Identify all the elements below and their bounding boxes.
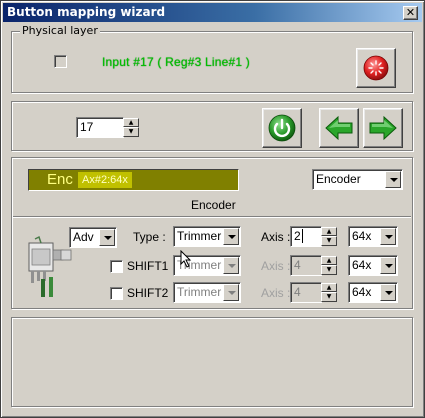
mode-select-value: Encoder xyxy=(316,172,361,186)
axis-spinner-shift1[interactable]: ▲ ▼ xyxy=(321,256,337,275)
axis-input-shift2[interactable]: 4 xyxy=(290,282,322,303)
wizard-window: Button mapping wizard ✕ Physical layer I… xyxy=(0,0,425,418)
record-button[interactable] xyxy=(356,48,396,88)
input-status-text: Input #17 ( Reg#3 Line#1 ) xyxy=(102,55,250,69)
scale-select-shift1-value: 64x xyxy=(352,258,372,272)
scale-select-shift1[interactable]: 64x xyxy=(348,255,398,276)
axis-label-shift1: Axis : xyxy=(261,259,291,273)
chevron-down-icon[interactable] xyxy=(223,284,239,301)
close-icon: ✕ xyxy=(405,6,416,19)
next-button[interactable] xyxy=(363,108,403,148)
shift1-label: SHIFT1 xyxy=(127,259,169,273)
scale-select-shift2[interactable]: 64x xyxy=(348,282,398,303)
type-select-shift2-value: Trimmer xyxy=(177,285,222,299)
chevron-down-icon[interactable] xyxy=(380,257,396,274)
axis-input-shift1[interactable]: 4 xyxy=(290,255,322,276)
physical-layer-group: Physical layer Input #17 ( Reg#3 Line#1 … xyxy=(11,24,413,93)
axis-spinner-shift2[interactable]: ▲ ▼ xyxy=(321,283,337,302)
spin-up-icon[interactable]: ▲ xyxy=(321,227,337,236)
title-bar[interactable]: Button mapping wizard ✕ xyxy=(3,3,422,22)
info-panel xyxy=(11,317,413,407)
axis-label-shift2: Axis : xyxy=(261,286,291,300)
spin-up-icon[interactable]: ▲ xyxy=(321,283,337,292)
encoder-bar-tag: Ax#2:64x xyxy=(78,172,132,188)
spin-up-icon[interactable]: ▲ xyxy=(123,118,139,127)
arrow-left-icon xyxy=(325,115,353,141)
prev-button[interactable] xyxy=(319,108,359,148)
physical-checkbox[interactable] xyxy=(54,55,67,68)
axis-input-main-value: 2 xyxy=(294,229,301,243)
physical-layer-label: Physical layer xyxy=(20,24,100,37)
input-number-field[interactable]: 17 xyxy=(76,117,124,138)
adv-select-value: Adv xyxy=(73,230,94,244)
axis-label: Axis : xyxy=(261,230,291,244)
encoder-bar-label: Enc xyxy=(47,171,73,188)
spin-down-icon[interactable]: ▼ xyxy=(321,265,337,275)
spin-down-icon[interactable]: ▼ xyxy=(321,292,337,302)
chevron-down-icon[interactable] xyxy=(223,228,239,245)
type-label: Type : xyxy=(133,230,166,244)
shift2-checkbox[interactable] xyxy=(110,287,123,300)
axis-spinner-main[interactable]: ▲ ▼ xyxy=(321,227,337,246)
spin-down-icon[interactable]: ▼ xyxy=(321,236,337,246)
arrow-right-icon xyxy=(369,115,397,141)
scale-select-shift2-value: 64x xyxy=(352,285,372,299)
input-number-spinner[interactable]: ▲ ▼ xyxy=(123,118,139,137)
encoder-bar: Enc Ax#2:64x xyxy=(28,169,239,191)
window-title: Button mapping wizard xyxy=(7,5,166,19)
record-icon xyxy=(363,55,389,81)
chevron-down-icon[interactable] xyxy=(385,171,401,188)
mouse-cursor-icon xyxy=(180,250,192,268)
adv-select[interactable]: Adv xyxy=(69,227,117,248)
shift2-label: SHIFT2 xyxy=(127,286,169,300)
axis-input-main[interactable]: 2 xyxy=(290,226,322,247)
chevron-down-icon[interactable] xyxy=(380,228,396,245)
navigation-panel: 17 ▲ ▼ xyxy=(11,101,413,151)
mapping-separator xyxy=(13,216,411,218)
scale-select-main-value: 64x xyxy=(352,229,372,243)
rotary-encoder-icon xyxy=(28,235,72,297)
spin-down-icon[interactable]: ▼ xyxy=(123,127,139,137)
mode-select[interactable]: Encoder xyxy=(312,169,403,190)
shift1-checkbox[interactable] xyxy=(110,260,123,273)
scale-select-main[interactable]: 64x xyxy=(348,226,398,247)
refresh-button[interactable] xyxy=(262,108,302,148)
type-select-main[interactable]: Trimmer xyxy=(173,226,241,247)
close-button[interactable]: ✕ xyxy=(403,6,418,20)
chevron-down-icon[interactable] xyxy=(99,229,115,246)
encoder-caption: Encoder xyxy=(191,198,236,212)
chevron-down-icon[interactable] xyxy=(223,257,239,274)
type-select-shift2[interactable]: Trimmer xyxy=(173,282,241,303)
power-refresh-icon xyxy=(268,114,296,142)
chevron-down-icon[interactable] xyxy=(380,284,396,301)
spin-up-icon[interactable]: ▲ xyxy=(321,256,337,265)
type-select-main-value: Trimmer xyxy=(177,229,222,243)
